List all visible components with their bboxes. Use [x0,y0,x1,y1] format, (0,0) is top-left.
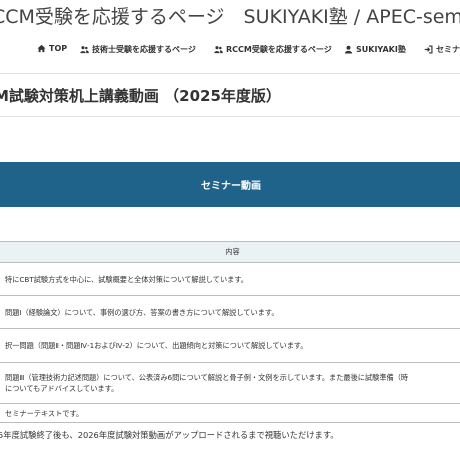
page-title: M試験対策机上講義動画 （2025年度版） [0,87,281,105]
nav-item-engineer[interactable]: 技術士受験を応援するページ [80,44,196,55]
table-cell: 択一問題（問題Ⅱ・問題Ⅳ-1およびⅣ-2）について、出題傾向と対策について解説し… [0,328,460,363]
user-icon [344,45,353,54]
table-cell: セミナーテキストです。 [0,403,460,423]
table-header-content: 内容 [0,241,460,263]
nav-item-label: SUKIYAKI塾 [356,45,406,54]
signin-icon [424,45,433,54]
nav-item-sukiyaki[interactable]: SUKIYAKI塾 [344,44,406,55]
users-icon [214,46,223,54]
table-row: 特にCBT試験方式を中心に、試験概要と全体対策について解説しています。 [0,262,460,296]
nav-item-label: RCCM受験を応援するページ [226,45,332,54]
table-cell: 特にCBT試験方式を中心に、試験概要と全体対策について解説しています。 [0,262,460,296]
table-cell: 問題Ⅰ（経験論文）について、事例の選び方、答案の書き方について解説しています。 [0,295,460,329]
seminar-video-banner: セミナー動画 [0,162,460,207]
site-title[interactable]: CCM受験を応援するページ SUKIYAKI塾 / APEC-sem [0,2,460,29]
home-icon [37,44,46,53]
table-cell-line: 問題Ⅲ（管理技術力記述問題）について、公表済み6問について解説と骨子例・文例を示… [5,373,409,382]
site-header: CCM受験を応援するページ SUKIYAKI塾 / APEC-sem [0,0,460,38]
nav-item-top[interactable]: TOP [37,44,67,53]
table-row: 問題Ⅰ（経験論文）について、事例の選び方、答案の書き方について解説しています。 [0,295,460,329]
table-row: 問題Ⅲ（管理技術力記述問題）について、公表済み6問について解説と骨子例・文例を示… [0,362,460,404]
main-nav: TOP 技術士受験を応援するページ RCCM受験を応援するページ SUKIYAK… [0,38,460,62]
table-row: 択一問題（問題Ⅱ・問題Ⅳ-1およびⅣ-2）について、出題傾向と対策について解説し… [0,328,460,363]
nav-item-rccm[interactable]: RCCM受験を応援するページ [214,44,332,55]
nav-item-label: TOP [49,44,68,53]
availability-note: 5年度試験終了後も、2026年度試験対策動画がアップロードされるまで視聴いただけ… [0,430,339,440]
table-row: セミナーテキストです。 [0,403,460,423]
nav-item-seminar[interactable]: セミナ [424,44,460,55]
table-cell-line: についてもアドバイスしています。 [5,384,119,393]
header-divider [0,73,460,74]
content-table: 内容 特にCBT試験方式を中心に、試験概要と全体対策について解説しています。 問… [0,241,460,423]
nav-item-label: セミナ [436,45,460,54]
nav-item-label: 技術士受験を応援するページ [92,45,196,54]
table-cell: 問題Ⅲ（管理技術力記述問題）について、公表済み6問について解説と骨子例・文例を示… [0,362,460,404]
title-divider [0,116,460,117]
users-icon [80,46,89,54]
banner-label: セミナー動画 [201,181,261,192]
